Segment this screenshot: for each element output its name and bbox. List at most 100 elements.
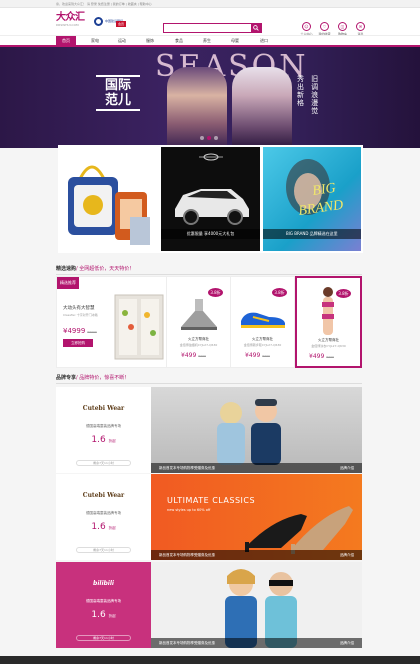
brand-name: Cutebi Wear [82, 405, 125, 412]
bank-icon [94, 16, 103, 26]
hero-model-left [167, 67, 227, 148]
fridge-image [114, 294, 164, 360]
swimsuit-model-image [322, 287, 334, 335]
slider-dot-active[interactable] [207, 136, 211, 140]
buy-now-button[interactable]: 立即抢购 [63, 339, 93, 347]
hero-cn-line-2: 范儿 [104, 93, 131, 108]
brand-countdown: 剩余7天11小时 [76, 547, 131, 553]
pick-desc: 金佰博跑步鞋CYJL27-Q630 [243, 343, 282, 347]
brands-section-header: 品牌专享/ 品牌特价，惊喜不断！ [56, 372, 362, 384]
pick-card-hood[interactable]: 3.8折 火立方帮商社 金佰博油烟机CYJL27-Q630 ¥499 ¥999 [167, 276, 231, 368]
brand-block[interactable]: Cutebi Wear 德国高端童装品牌专场 1.6 折起 剩余7天11小时 新… [56, 387, 362, 473]
cart-icon: ◫ [338, 22, 347, 31]
nav-item-health[interactable]: 养生 [198, 36, 216, 46]
pick-lead-price-value: ¥4999 [63, 327, 86, 335]
brand-image[interactable]: 新品首发本专场购物享受赠券及优惠 品牌介绍 [151, 387, 362, 473]
pick-name: 火立方帮商社 [252, 337, 273, 341]
footer-strip [0, 656, 420, 664]
message-icon: ✉ [356, 22, 365, 31]
user-center-link[interactable]: ☺ 个人中心 [300, 22, 313, 36]
brands-title: 品牌专享 [56, 375, 77, 381]
slider-dot[interactable] [200, 136, 204, 140]
partner-badge: 会员 [116, 21, 127, 27]
nav-item-apparel[interactable]: 服饰 [141, 36, 159, 46]
hero-cn-line-1: 国际 [104, 78, 131, 93]
page: 亲，欢迎来到大众汇！ 请 登录 免费注册 | 我的订单 | 收藏夹 | 帮助中心… [0, 0, 420, 664]
pick-price-value: ¥499 [245, 352, 261, 359]
brand-image[interactable]: ULTIMATE CLASSICS new styles up to 60% o… [151, 474, 362, 560]
brand-info: bilibili 德国高端童装品牌专场 1.6 折起 剩余7天11小时 [56, 562, 151, 648]
brand-bar-text: 新品首发本专场购物享受赠券及优惠 [159, 553, 215, 557]
picks-title: 精选速购 [56, 266, 77, 272]
brand-info: Cutebi Wear 德国高端童装品牌专场 1.6 折起 剩余7天11小时 [56, 387, 151, 473]
favorites-link[interactable]: ♡ 我的收藏 [318, 22, 331, 36]
feature-panel-big-brand[interactable]: BIG BRAND BIG BRAND 品牌精选在这里 [262, 147, 361, 251]
promo-subtitle: new styles up to 60% off [167, 508, 211, 512]
site-logo[interactable]: 大众汇 DRSWHUI.COM [56, 12, 86, 27]
cart-link[interactable]: ◫ 购物车 [336, 22, 349, 36]
nav-item-home[interactable]: 首页 [56, 36, 76, 46]
nav-item-import[interactable]: 进口 [255, 36, 273, 46]
pick-price: ¥499 ¥999 [245, 352, 270, 359]
brand-line: 德国高端童装品牌专场 [86, 511, 121, 515]
site-header: 大众汇 DRSWHUI.COM 中国建设银行 会员 ☺个人中心 ♡我的收藏 ◫购… [0, 8, 420, 42]
pick-price-value: ¥499 [309, 353, 325, 360]
brand-name: bilibili [93, 580, 114, 587]
picks-subtitle: / 全网超低价，天天特价！ [76, 266, 135, 272]
hero-banner[interactable]: SEASON 国际 范儿 秀出新格 旧调浪漫觉 [0, 47, 420, 148]
brand-more-link[interactable]: 品牌介绍 [340, 638, 354, 648]
brand-discount-unit: 折起 [108, 526, 116, 530]
brand-info: Cutebi Wear 德国高端童装品牌专场 1.6 折起 剩余7天11小时 [56, 474, 151, 560]
pick-lead-name: 大动头有大智慧 [63, 306, 95, 311]
brand-discount: 1.6 折起 [56, 435, 151, 445]
brand-image[interactable]: 新品首发本专场购物享受赠券及优惠 品牌介绍 [151, 562, 362, 648]
brand-block[interactable]: bilibili 德国高端童装品牌专场 1.6 折起 剩余7天11小时 新品首发… [56, 562, 362, 648]
messages-link[interactable]: ✉ 消息 [354, 22, 367, 36]
heels-photo [245, 506, 353, 554]
nav-item-food[interactable]: 食品 [170, 36, 188, 46]
brand-line: 德国高端童装品牌专场 [86, 599, 121, 603]
brand-bar: 新品首发本专场购物享受赠券及优惠 品牌介绍 [151, 638, 362, 648]
brand-more-link[interactable]: 品牌介绍 [340, 550, 354, 560]
brand-block[interactable]: Cutebi Wear 德国高端童装品牌专场 1.6 折起 剩余7天11小时 U… [56, 474, 362, 560]
brand-discount-unit: 折起 [108, 439, 116, 443]
hero-model-right [232, 67, 292, 148]
hero-cn-title: 国际 范儿 [96, 75, 140, 111]
pick-lead-card[interactable]: 精选推荐 大动头有大智慧 ClassTec 十字对开门冰箱 ¥4999 ¥6999… [56, 276, 167, 368]
range-hood-image [181, 299, 217, 330]
pick-desc: 金佰博泳衣CYJL27-Q630 [311, 344, 346, 348]
header-icons: ☺ 个人中心 ♡ 我的收藏 ◫ 购物车 ✉ 消息 [300, 22, 367, 36]
brand-countdown: 剩余7天11小时 [76, 460, 131, 466]
nav-item-appliances[interactable]: 家电 [86, 36, 104, 46]
pick-card-swimsuit[interactable]: 3.8折 火立方帮商社 金佰博泳衣CYJL27-Q630 ¥499 ¥999 [295, 276, 362, 368]
brands-subtitle: / 品牌特价，惊喜不断！ [76, 375, 130, 381]
handbag-image [68, 165, 150, 245]
brand-discount-value: 1.6 [91, 435, 106, 445]
kids-photo [217, 399, 281, 465]
pick-lead-price: ¥4999 ¥6999 [63, 327, 97, 335]
heart-icon: ♡ [320, 22, 329, 31]
hero-vertical-text: 秀出新格 旧调浪漫觉 [297, 75, 337, 115]
pick-ribbon: 精选推荐 [57, 277, 79, 289]
pick-desc: 金佰博油烟机CYJL27-Q630 [179, 343, 218, 347]
pick-old-price: ¥999 [198, 354, 206, 358]
feature-panel-handbags[interactable] [60, 147, 159, 251]
brand-more-link[interactable]: 品牌介绍 [340, 463, 354, 473]
feature-panel-mini[interactable]: 优惠限量 享4000元大礼包 [161, 147, 260, 251]
nav-item-sports[interactable]: 运动 [113, 36, 131, 46]
search-button[interactable] [251, 24, 261, 32]
logo-text: 大众汇 [56, 12, 85, 23]
svg-text:BIG: BIG [311, 181, 336, 199]
pick-old-price: ¥999 [326, 355, 334, 359]
picks-row: 精选推荐 大动头有大智慧 ClassTec 十字对开门冰箱 ¥4999 ¥6999… [56, 276, 362, 368]
brand-bar: 新品首发本专场购物享受赠券及优惠 品牌介绍 [151, 550, 362, 560]
nav-item-baby[interactable]: 母婴 [226, 36, 244, 46]
search-icon [253, 25, 259, 31]
brand-bar-text: 新品首发本专场购物享受赠券及优惠 [159, 466, 215, 470]
brand-countdown: 剩余7天11小时 [76, 635, 131, 641]
pick-card-shoe[interactable]: 3.8折 火立方帮商社 金佰博跑步鞋CYJL27-Q630 ¥499 ¥999 [231, 276, 295, 368]
pick-old-price: ¥999 [262, 354, 270, 358]
brand-discount: 1.6 折起 [56, 610, 151, 620]
hero-vertical-1: 秀出新格 [297, 75, 304, 107]
slider-dot[interactable] [214, 136, 218, 140]
